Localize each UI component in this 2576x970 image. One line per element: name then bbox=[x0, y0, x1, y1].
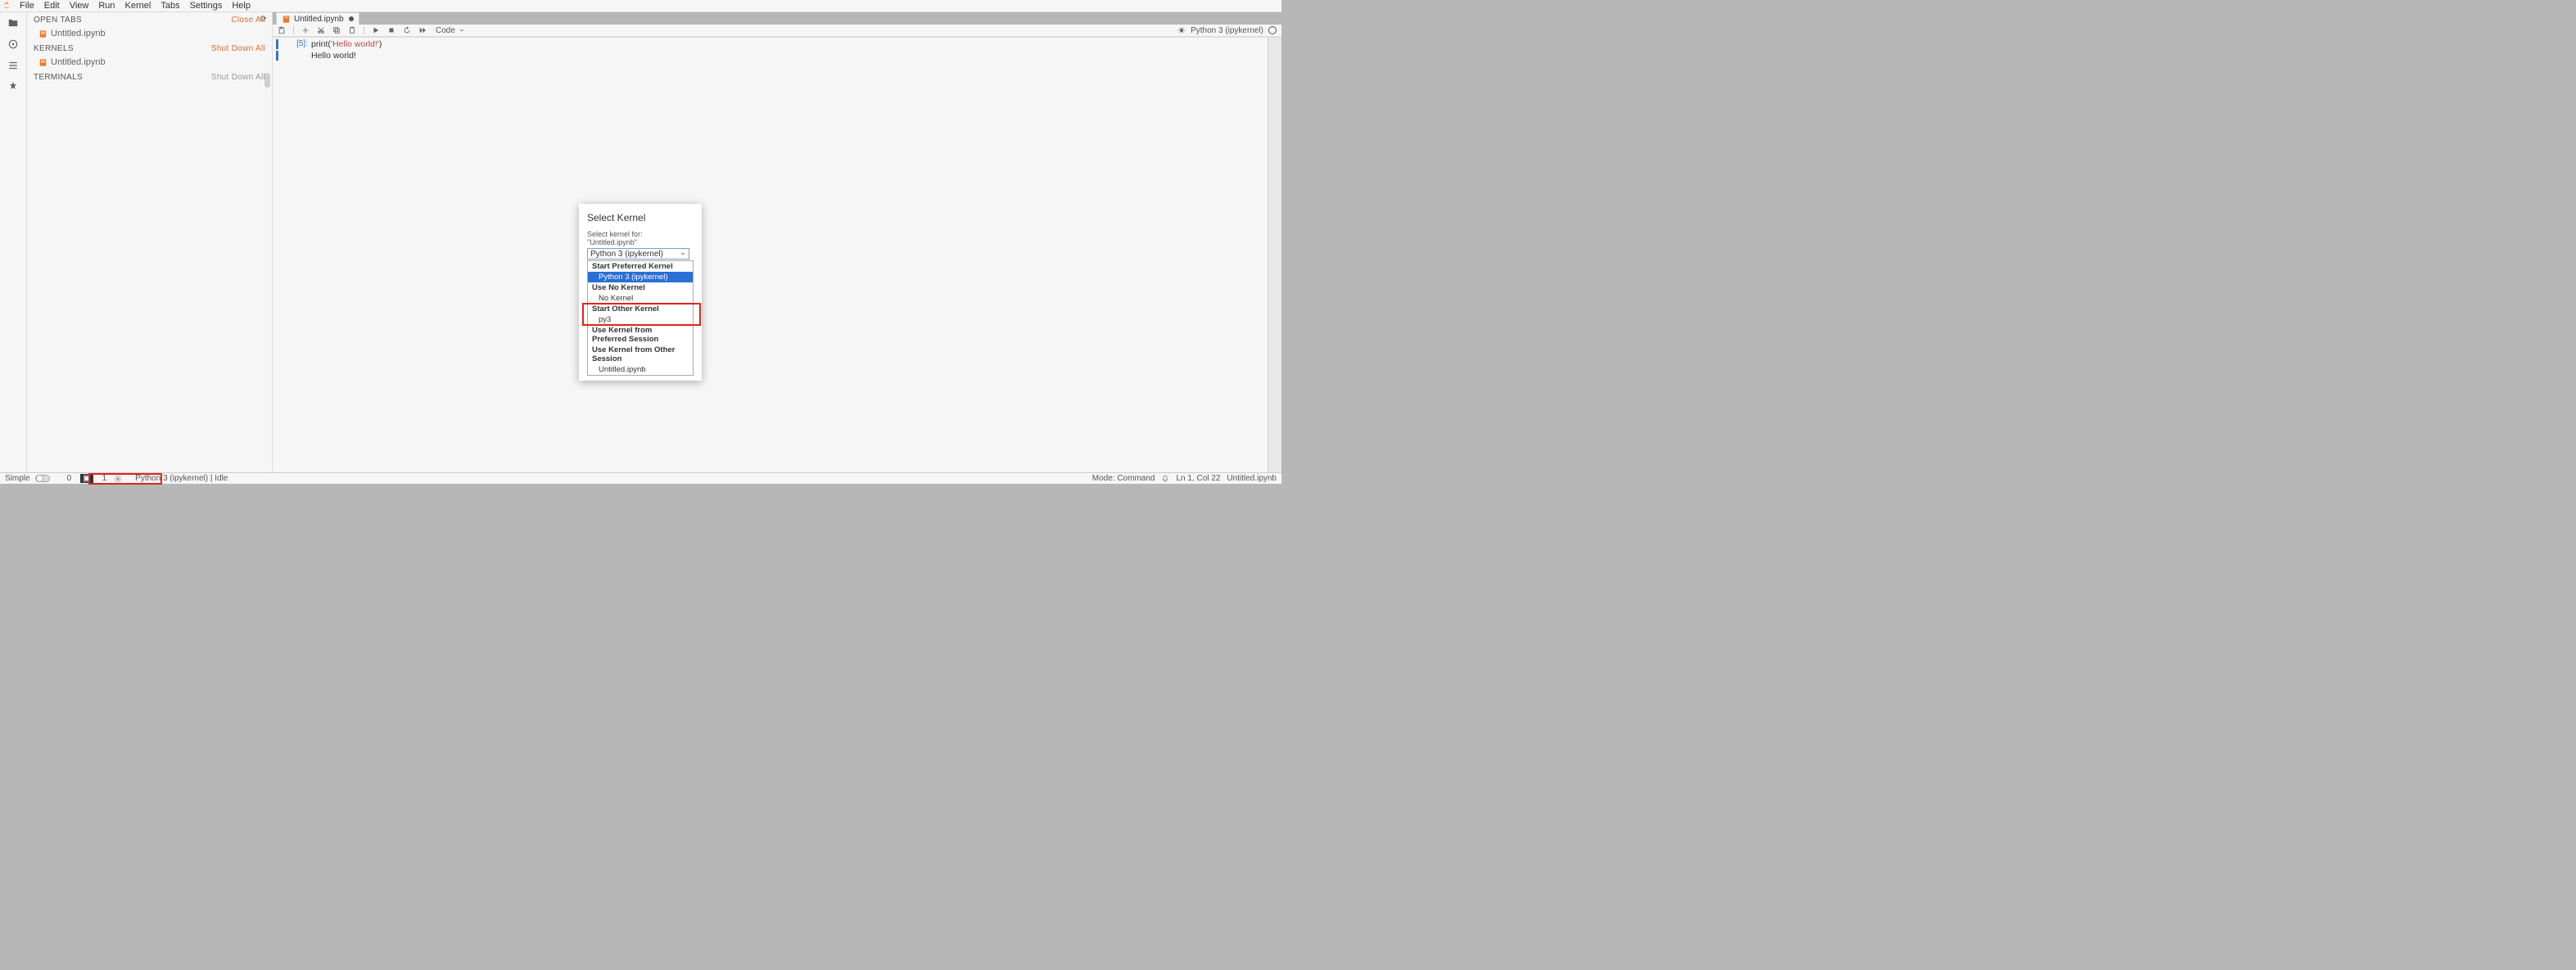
copy-icon[interactable] bbox=[332, 26, 341, 34]
cell-gutter bbox=[276, 39, 278, 49]
opt-group-other-session: Use Kernel from Other Session bbox=[588, 345, 693, 364]
kernel-item[interactable]: Untitled.ipynb bbox=[27, 56, 272, 68]
kernels-title: KERNELS bbox=[34, 44, 74, 53]
opt-py3[interactable]: py3 bbox=[588, 314, 693, 325]
side-panel: ⟳ OPEN TABS Close All Untitled.ipynb KER… bbox=[27, 12, 273, 472]
panel-scrollbar[interactable] bbox=[264, 73, 270, 88]
menu-settings[interactable]: Settings bbox=[185, 0, 228, 11]
kernel-select-value: Python 3 (ipykernel) bbox=[590, 250, 663, 259]
kernel-select[interactable]: Python 3 (ipykernel) bbox=[587, 248, 689, 259]
opt-nokernel[interactable]: No Kernel bbox=[588, 293, 693, 304]
save-icon[interactable] bbox=[278, 26, 286, 34]
file-tab-label: Untitled.ipynb bbox=[294, 15, 344, 24]
run-icon[interactable] bbox=[372, 26, 380, 34]
add-cell-icon[interactable] bbox=[301, 26, 310, 34]
status-file: Untitled.ipynb bbox=[1227, 474, 1277, 483]
simple-mode-label: Simple bbox=[5, 474, 30, 483]
status-zero[interactable]: 0 bbox=[65, 474, 75, 483]
select-kernel-dialog: Select Kernel Select kernel for: "Untitl… bbox=[579, 204, 702, 381]
output-gutter bbox=[276, 51, 278, 61]
code-cell[interactable]: [5]: print('Hello world!') bbox=[273, 38, 1281, 51]
opt-group-other: Start Other Kernel bbox=[588, 304, 693, 314]
menu-edit[interactable]: Edit bbox=[39, 0, 65, 11]
chevron-down-icon bbox=[459, 27, 465, 34]
notebook-toolbar: Code Python 3 (ipykernel) bbox=[273, 25, 1281, 37]
panel-close-icon[interactable]: ⟳ bbox=[260, 15, 267, 24]
kernel-status-icon[interactable] bbox=[1268, 26, 1277, 34]
cell-type-select[interactable]: Code bbox=[434, 26, 467, 35]
debugger-icon[interactable] bbox=[1177, 26, 1186, 34]
file-tab[interactable]: Untitled.ipynb bbox=[276, 12, 359, 25]
menu-view[interactable]: View bbox=[65, 0, 94, 11]
opt-python3[interactable]: Python 3 (ipykernel) bbox=[588, 272, 693, 282]
status-kernel[interactable]: Python 3 (ipykernel) | Idle bbox=[135, 474, 228, 483]
terminals-title: TERMINALS bbox=[34, 73, 83, 82]
chevron-down-icon bbox=[680, 250, 686, 257]
folder-icon[interactable] bbox=[7, 17, 19, 29]
tab-bar: Untitled.ipynb bbox=[273, 12, 1281, 25]
extensions-icon[interactable] bbox=[7, 81, 19, 92]
status-bar: Simple 0 ▣ 1 Python 3 (ipykernel) | Idle… bbox=[0, 472, 1281, 484]
notebook-icon bbox=[282, 15, 291, 24]
opt-group-preferred: Start Preferred Kernel bbox=[588, 261, 693, 272]
menubar: File Edit View Run Kernel Tabs Settings … bbox=[0, 0, 1281, 12]
dialog-subtitle: Select kernel for: "Untitled.ipynb" bbox=[587, 230, 694, 246]
document-area: Untitled.ipynb Code bbox=[273, 12, 1281, 472]
cut-icon[interactable] bbox=[317, 26, 325, 34]
shutdown-all-terminals-button[interactable]: Shut Down All bbox=[211, 73, 265, 82]
dirty-indicator-icon bbox=[349, 16, 354, 21]
menu-kernel[interactable]: Kernel bbox=[120, 0, 156, 11]
paste-icon[interactable] bbox=[348, 26, 356, 34]
kernels-header: KERNELS Shut Down All bbox=[27, 41, 272, 56]
bell-icon[interactable] bbox=[1161, 475, 1169, 483]
status-panes-icon[interactable]: ▣ bbox=[80, 474, 93, 483]
menu-file[interactable]: File bbox=[15, 0, 39, 11]
simple-mode-toggle[interactable] bbox=[35, 475, 50, 482]
open-tabs-header: OPEN TABS Close All bbox=[27, 12, 272, 28]
running-icon[interactable] bbox=[7, 38, 19, 50]
menu-run[interactable]: Run bbox=[93, 0, 120, 11]
dialog-title: Select Kernel bbox=[587, 212, 694, 223]
notebook-scrollbar[interactable] bbox=[1268, 38, 1281, 472]
kernel-indicator[interactable]: Python 3 (ipykernel) bbox=[1191, 26, 1263, 35]
toc-icon[interactable] bbox=[7, 60, 19, 71]
cell-output: Hello world! bbox=[311, 51, 356, 61]
shutdown-all-kernels-button[interactable]: Shut Down All bbox=[211, 44, 265, 53]
cell-prompt: [5]: bbox=[280, 39, 311, 49]
status-mode: Mode: Command bbox=[1092, 474, 1155, 483]
terminals-header: TERMINALS Shut Down All bbox=[27, 70, 272, 85]
jupyter-logo-icon bbox=[2, 1, 11, 11]
notebook-body: [5]: print('Hello world!') Hello world! bbox=[273, 37, 1281, 472]
open-tabs-title: OPEN TABS bbox=[34, 16, 82, 25]
output-prompt bbox=[280, 51, 311, 61]
status-cursor: Ln 1, Col 22 bbox=[1176, 474, 1220, 483]
restart-icon[interactable] bbox=[403, 26, 411, 34]
opt-untitled[interactable]: Untitled.ipynb bbox=[588, 364, 693, 375]
notebook-icon bbox=[38, 58, 47, 67]
open-tab-item[interactable]: Untitled.ipynb bbox=[27, 28, 272, 39]
open-tab-label: Untitled.ipynb bbox=[51, 29, 106, 38]
separator bbox=[293, 26, 294, 34]
output-cell: Hello world! bbox=[273, 51, 1281, 62]
run-all-icon[interactable] bbox=[418, 26, 427, 34]
cell-code[interactable]: print('Hello world!') bbox=[311, 39, 382, 49]
activity-bar bbox=[0, 12, 27, 472]
kernel-item-label: Untitled.ipynb bbox=[51, 57, 106, 67]
opt-group-nokernel: Use No Kernel bbox=[588, 282, 693, 293]
stop-icon[interactable] bbox=[387, 26, 395, 34]
kernel-option-list: Start Preferred Kernel Python 3 (ipykern… bbox=[587, 260, 694, 376]
status-one[interactable]: 1 bbox=[100, 474, 110, 483]
menu-tabs[interactable]: Tabs bbox=[156, 0, 184, 11]
gear-icon[interactable] bbox=[114, 475, 122, 483]
opt-group-pref-session: Use Kernel from Preferred Session bbox=[588, 325, 693, 345]
cell-type-label: Code bbox=[436, 26, 455, 35]
notebook-icon bbox=[38, 29, 47, 38]
menu-help[interactable]: Help bbox=[227, 0, 255, 11]
